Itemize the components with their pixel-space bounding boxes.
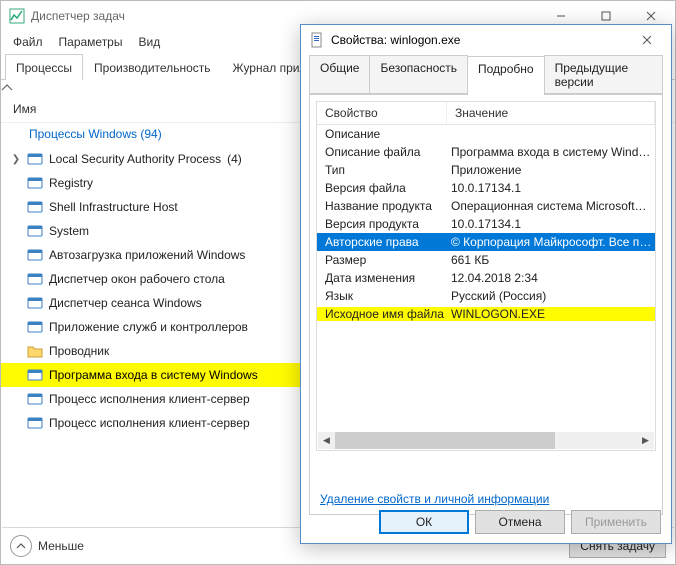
process-label: Процесс исполнения клиент-сервер — [49, 416, 250, 430]
process-label: Программа входа в систему Windows — [49, 368, 258, 382]
props-tabs: Общие Безопасность Подробно Предыдущие в… — [309, 55, 663, 95]
property-key: Тип — [317, 163, 447, 177]
ok-button[interactable]: ОК — [379, 510, 469, 534]
process-label: Shell Infrastructure Host — [49, 200, 178, 214]
props-titlebar[interactable]: Свойства: winlogon.exe — [301, 25, 671, 55]
process-icon — [27, 319, 43, 335]
process-count: (4) — [227, 152, 242, 166]
property-row[interactable]: Название продуктаОперационная система Mi… — [317, 197, 655, 215]
process-label: Диспетчер окон рабочего стола — [49, 272, 225, 286]
process-label: Автозагрузка приложений Windows — [49, 248, 245, 262]
property-row[interactable]: Версия продукта10.0.17134.1 — [317, 215, 655, 233]
property-key: Версия продукта — [317, 217, 447, 231]
property-value: WINLOGON.EXE — [447, 307, 655, 321]
scroll-left-icon[interactable]: ◀ — [318, 432, 335, 449]
props-tab-previous[interactable]: Предыдущие версии — [544, 55, 663, 94]
property-key: Версия файла — [317, 181, 447, 195]
property-key: Размер — [317, 253, 447, 267]
property-key: Дата изменения — [317, 271, 447, 285]
fewer-label: Меньше — [38, 539, 84, 553]
props-close-button[interactable] — [624, 26, 669, 54]
process-icon — [27, 367, 43, 383]
process-icon — [27, 391, 43, 407]
chevron-up-icon — [1, 84, 13, 92]
process-icon — [27, 247, 43, 263]
process-icon — [27, 415, 43, 431]
process-icon — [27, 199, 43, 215]
menu-view[interactable]: Вид — [132, 33, 166, 51]
props-tab-general[interactable]: Общие — [309, 55, 370, 94]
property-key: Исходное имя файла — [317, 307, 447, 321]
property-row[interactable]: ЯзыкРусский (Россия) — [317, 287, 655, 305]
property-value: Русский (Россия) — [447, 289, 655, 303]
property-row[interactable]: Размер661 КБ — [317, 251, 655, 269]
property-key: Язык — [317, 289, 447, 303]
property-key: Название продукта — [317, 199, 447, 213]
property-row[interactable]: Авторские права© Корпорация Майкрософт. … — [317, 233, 655, 251]
property-value: Операционная система Microsoft® W… — [447, 199, 655, 213]
process-label: Диспетчер сеанса Windows — [49, 296, 202, 310]
process-label: Приложение служб и контроллеров — [49, 320, 248, 334]
menu-options[interactable]: Параметры — [53, 33, 129, 51]
property-key: Описание файла — [317, 145, 447, 159]
tm-title: Диспетчер задач — [31, 9, 538, 23]
expand-icon[interactable]: ❯ — [11, 154, 21, 165]
process-icon — [27, 295, 43, 311]
cancel-button[interactable]: Отмена — [475, 510, 565, 534]
process-label: Registry — [49, 176, 93, 190]
property-value: 661 КБ — [447, 253, 655, 267]
col-value[interactable]: Значение — [447, 102, 655, 124]
property-value: Приложение — [447, 163, 655, 177]
props-footer: ОК Отмена Применить — [301, 501, 671, 543]
process-label: Проводник — [49, 344, 109, 358]
property-row[interactable]: Версия файла10.0.17134.1 — [317, 179, 655, 197]
properties-dialog: Свойства: winlogon.exe Общие Безопасност… — [300, 24, 672, 544]
property-value: 10.0.17134.1 — [447, 217, 655, 231]
property-row[interactable]: Описание файлаПрограмма входа в систему … — [317, 143, 655, 161]
horizontal-scrollbar[interactable]: ◀ ▶ — [318, 432, 654, 449]
process-icon — [27, 343, 43, 359]
property-key: Авторские права — [317, 235, 447, 249]
process-icon — [27, 175, 43, 191]
props-tab-security[interactable]: Безопасность — [369, 55, 468, 94]
props-title: Свойства: winlogon.exe — [331, 33, 624, 47]
process-icon — [27, 223, 43, 239]
property-row[interactable]: Дата изменения12.04.2018 2:34 — [317, 269, 655, 287]
process-label: Процесс исполнения клиент-сервер — [49, 392, 250, 406]
property-row[interactable]: Исходное имя файлаWINLOGON.EXE — [317, 305, 655, 323]
menu-file[interactable]: Файл — [7, 33, 49, 51]
fewer-details[interactable]: Меньше — [10, 535, 84, 557]
scroll-thumb[interactable] — [335, 432, 555, 449]
tab-processes[interactable]: Процессы — [5, 54, 83, 80]
process-label: Local Security Authority Process — [49, 152, 221, 166]
chevron-up-circle-icon — [10, 535, 32, 557]
property-value: 12.04.2018 2:34 — [447, 271, 655, 285]
col-property[interactable]: Свойство — [317, 102, 447, 124]
file-properties-icon — [309, 32, 325, 48]
process-label: System — [49, 224, 89, 238]
apply-button[interactable]: Применить — [571, 510, 661, 534]
property-row[interactable]: ТипПриложение — [317, 161, 655, 179]
scroll-right-icon[interactable]: ▶ — [637, 432, 654, 449]
tab-performance[interactable]: Производительность — [83, 54, 221, 80]
props-list: Свойство Значение Описание Описание файл… — [316, 101, 656, 451]
props-tab-details[interactable]: Подробно — [467, 56, 545, 95]
property-value: © Корпорация Майкрософт. Все пра… — [447, 235, 655, 249]
props-section-description: Описание — [317, 125, 655, 143]
task-manager-icon — [9, 8, 25, 24]
property-value: Программа входа в систему Windows — [447, 145, 655, 159]
process-icon — [27, 151, 43, 167]
process-icon — [27, 271, 43, 287]
property-value: 10.0.17134.1 — [447, 181, 655, 195]
